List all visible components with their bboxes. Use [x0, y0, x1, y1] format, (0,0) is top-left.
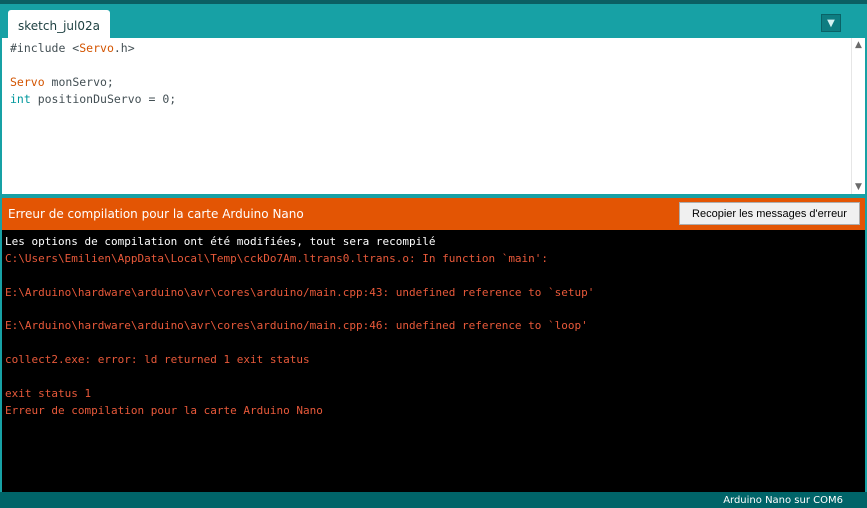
console-line: E:\Arduino\hardware\arduino\avr\cores\ar…	[5, 319, 588, 333]
code-token: Servo	[79, 41, 114, 55]
console-line: Erreur de compilation pour la carte Ardu…	[5, 403, 323, 417]
error-message: Erreur de compilation pour la carte Ardu…	[8, 207, 304, 221]
code-line: Servo monServo;	[10, 74, 176, 91]
console-lines: Les options de compilation ont été modif…	[5, 234, 594, 420]
error-bar: Erreur de compilation pour la carte Ardu…	[2, 198, 865, 230]
code-line: #include <Servo.h>	[10, 40, 176, 57]
copy-errors-button[interactable]: Recopier les messages d'erreur	[679, 202, 860, 225]
status-bar: Arduino Nano sur COM6	[0, 492, 867, 508]
code-token: #include <	[10, 41, 80, 55]
tab-bar: sketch_jul02a ▼	[0, 0, 867, 42]
code-token: .h>	[113, 41, 135, 55]
code-token: int	[10, 92, 31, 106]
arrow-down-icon[interactable]: ▼	[852, 180, 865, 194]
code-token: monServo;	[44, 75, 114, 89]
code-token: positionDuServo = 0;	[30, 92, 177, 106]
editor-scrollbar[interactable]: ▲ ▼	[851, 38, 865, 194]
console-line: E:\Arduino\hardware\arduino\avr\cores\ar…	[5, 285, 595, 299]
board-port-status: Arduino Nano sur COM6	[723, 495, 843, 506]
console-output[interactable]: Les options de compilation ont été modif…	[2, 230, 865, 492]
code-token: Servo	[10, 75, 45, 89]
chevron-down-icon: ▼	[827, 17, 835, 29]
arrow-up-icon[interactable]: ▲	[852, 38, 865, 52]
tab-menu-button[interactable]: ▼	[821, 14, 841, 32]
code-editor[interactable]: #include <Servo.h> Servo monServo; int pos…	[2, 38, 865, 194]
scrollbar-thumb[interactable]	[855, 56, 862, 174]
tab-label: sketch_jul02a	[18, 19, 100, 33]
console-line: collect2.exe: error: ld returned 1 exit …	[5, 353, 310, 367]
code-line: int positionDuServo = 0;	[10, 91, 176, 108]
code-text[interactable]: #include <Servo.h> Servo monServo; int pos…	[10, 40, 176, 108]
console-line: exit status 1	[5, 387, 92, 401]
console-line: C:\Users\Emilien\AppData\Local\Temp\cckD…	[5, 251, 549, 265]
console-line: Les options de compilation ont été modif…	[5, 235, 436, 248]
